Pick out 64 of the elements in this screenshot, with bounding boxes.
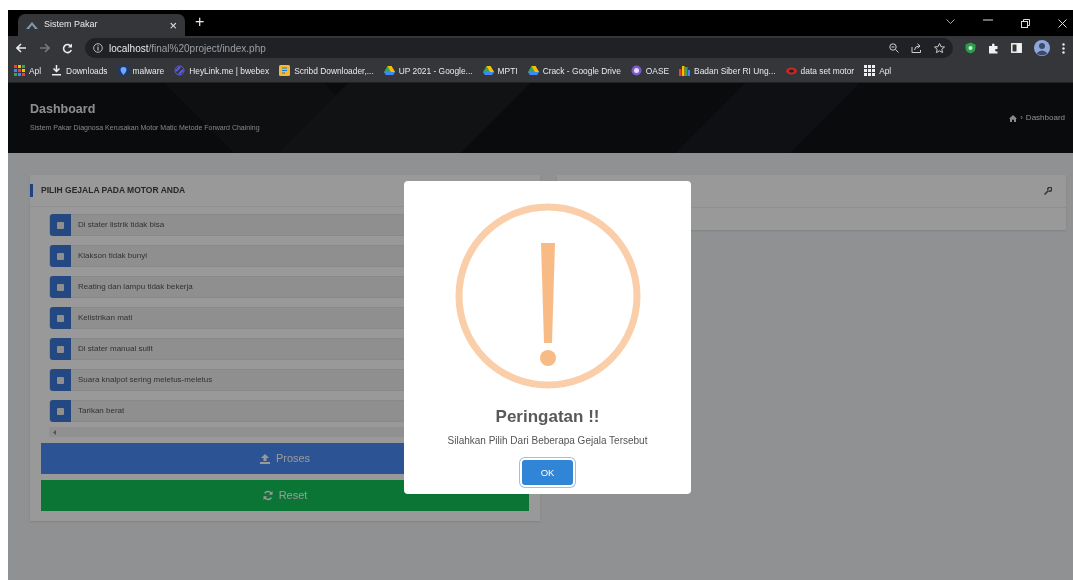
url-text: localhost/final%20project/index.php [109, 41, 266, 56]
puzzle-icon[interactable] [988, 42, 999, 54]
checkbox[interactable] [57, 407, 64, 415]
scroll-left-icon[interactable] [53, 429, 56, 435]
apps-icon [14, 65, 25, 77]
reload-icon[interactable] [62, 42, 73, 54]
sidebar-icon[interactable] [1011, 43, 1022, 53]
star-icon[interactable] [934, 43, 945, 53]
page-title: Dashboard [30, 102, 97, 118]
forward-icon[interactable] [39, 43, 50, 53]
chevron-down-icon[interactable] [946, 18, 955, 24]
checkbox[interactable] [57, 221, 64, 229]
grid-icon [864, 65, 876, 77]
checkbox[interactable] [57, 376, 64, 384]
upload-icon [259, 453, 270, 464]
checkbox[interactable] [57, 314, 64, 322]
back-icon[interactable] [16, 43, 27, 53]
tab-title: Sistem Pakar [44, 18, 99, 32]
browser-tab[interactable]: Sistem Pakar × [18, 14, 185, 36]
emblem-icon [630, 65, 642, 77]
document-icon [279, 65, 291, 77]
checkbox[interactable] [57, 283, 64, 291]
bookmark[interactable]: Crack - Google Drive [527, 64, 621, 78]
avatar-icon[interactable] [1034, 40, 1050, 56]
bookmark[interactable]: Apl [14, 64, 42, 78]
drive-icon [527, 65, 539, 77]
home-icon[interactable] [1009, 114, 1018, 122]
refresh-icon [262, 490, 273, 501]
bookmark[interactable]: HeyLink.me | bwebex [174, 64, 270, 78]
warning-icon [454, 203, 641, 389]
address-bar[interactable]: localhost/final%20project/index.php [85, 38, 953, 58]
close-icon[interactable] [1058, 18, 1067, 28]
drive-icon [482, 65, 494, 77]
bookmark[interactable]: Badan Siber RI Ung... [679, 64, 776, 78]
bookmark[interactable]: Scribd Downloader,... [279, 64, 374, 78]
chart-bars-icon [679, 65, 691, 77]
bookmark[interactable]: Apl [864, 64, 892, 78]
close-tab-button[interactable]: × [169, 18, 177, 32]
bookmark[interactable]: MPTI [482, 64, 518, 78]
share-icon[interactable] [911, 43, 922, 53]
bookmark[interactable]: OASE [630, 64, 670, 78]
download-icon [51, 65, 63, 77]
drive-icon [383, 65, 395, 77]
checkbox[interactable] [57, 345, 64, 353]
checkbox[interactable] [57, 252, 64, 260]
menu-icon[interactable] [1062, 42, 1065, 54]
bookmark[interactable]: UP 2021 - Google... [383, 64, 473, 78]
card-title: PILIH GEJALA PADA MOTOR ANDA [30, 184, 186, 197]
breadcrumb-item: Dashboard [1025, 112, 1065, 124]
page-icon [26, 21, 38, 29]
bookmark[interactable]: data set motor [785, 64, 855, 78]
minimize-icon[interactable] [983, 18, 993, 21]
location-pin-icon [117, 65, 129, 77]
info-icon [93, 43, 103, 53]
zoom-icon[interactable] [889, 43, 899, 53]
breadcrumb-separator: › [1020, 112, 1023, 124]
bookmark[interactable]: Downloads [51, 64, 108, 78]
new-tab-button[interactable]: + [195, 14, 205, 30]
ok-button[interactable]: OK [522, 460, 573, 486]
bookmark[interactable]: malware [117, 64, 165, 78]
restore-icon[interactable] [1021, 18, 1030, 28]
chain-icon [174, 65, 186, 77]
shield-icon[interactable] [965, 42, 976, 54]
wrench-icon[interactable] [1044, 187, 1052, 195]
